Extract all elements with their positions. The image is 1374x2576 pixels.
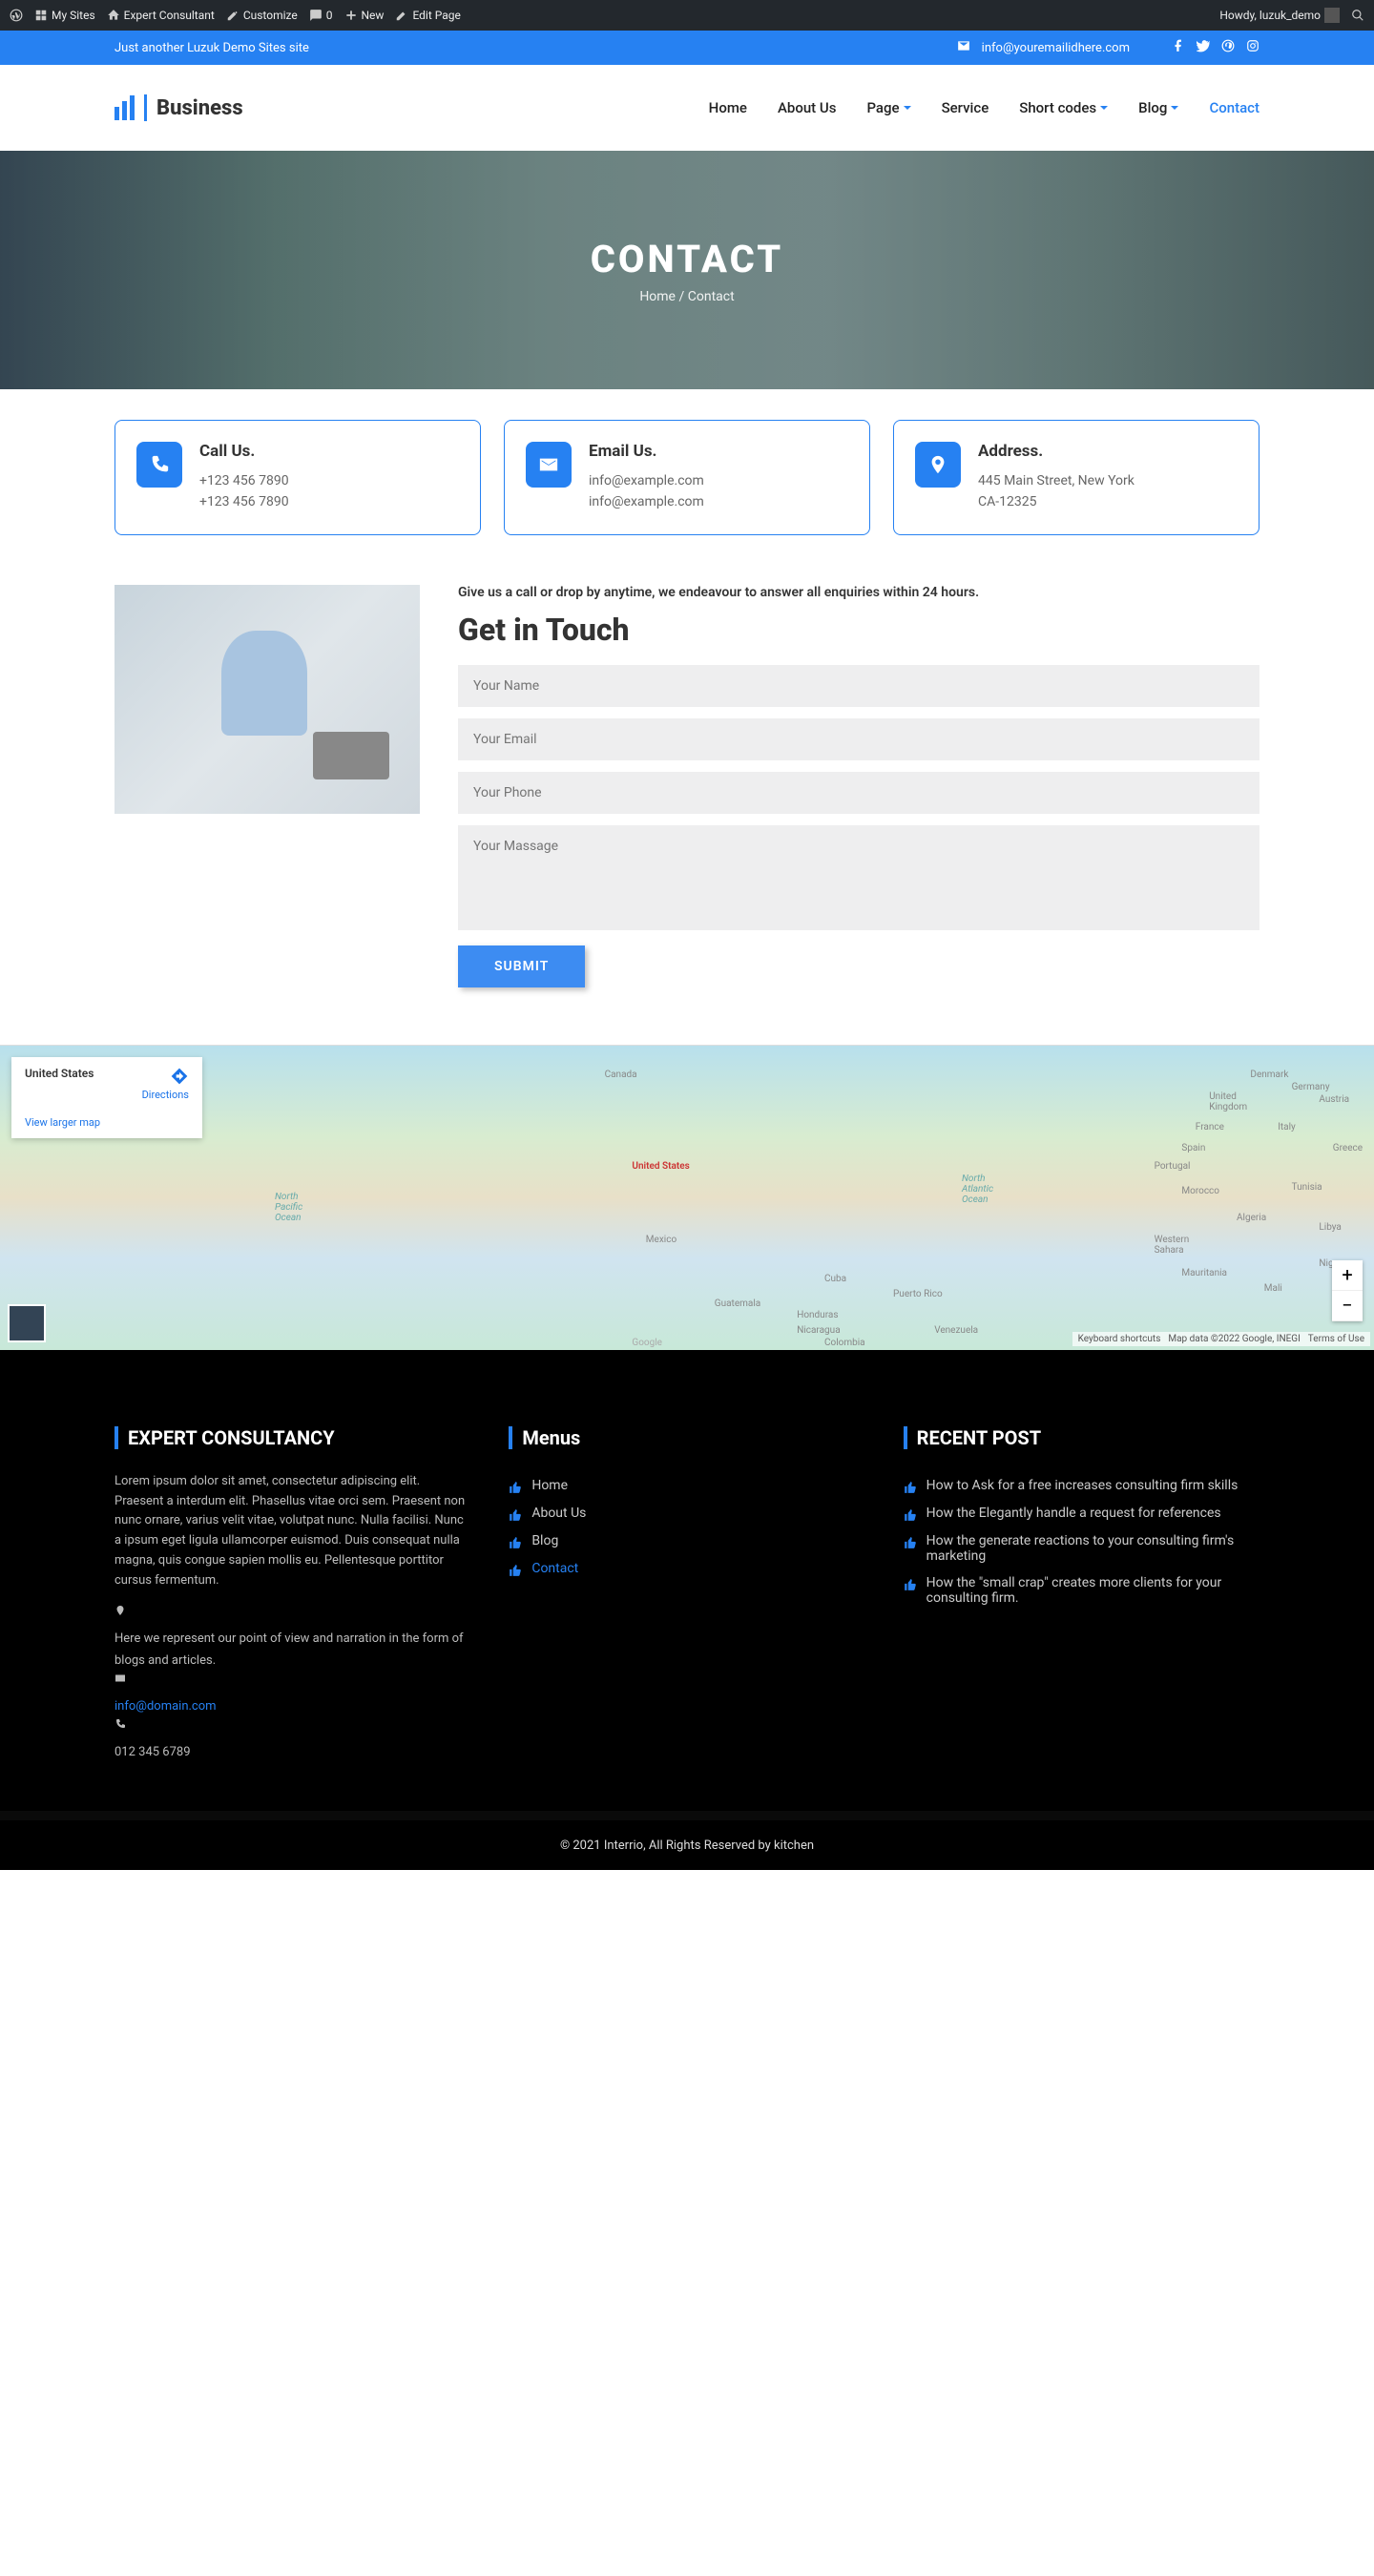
thumbs-up-icon bbox=[509, 1564, 522, 1577]
submit-button[interactable]: SUBMIT bbox=[458, 945, 585, 987]
contact-cards: Call Us. +123 456 7890+123 456 7890 Emai… bbox=[0, 389, 1374, 566]
footer-heading: Menus bbox=[509, 1426, 864, 1449]
zoom-out-button[interactable]: − bbox=[1332, 1291, 1363, 1321]
edit-page-link[interactable]: Edit Page bbox=[395, 9, 460, 22]
breadcrumb-home[interactable]: Home bbox=[639, 289, 676, 304]
nav-about[interactable]: About Us bbox=[778, 99, 837, 116]
card-title: Address. bbox=[978, 442, 1135, 461]
card-call: Call Us. +123 456 7890+123 456 7890 bbox=[114, 420, 481, 535]
site-logo[interactable]: Business bbox=[114, 94, 243, 121]
thumbs-up-icon bbox=[904, 1481, 917, 1494]
comments-link[interactable]: 0 bbox=[309, 9, 333, 22]
nav-service[interactable]: Service bbox=[942, 99, 989, 116]
footer-menu-item[interactable]: About Us bbox=[509, 1500, 864, 1527]
phone-icon bbox=[136, 442, 182, 488]
customize-link[interactable]: Customize bbox=[226, 9, 298, 22]
card-title: Call Us. bbox=[199, 442, 289, 461]
footer-phone: 012 345 6789 bbox=[114, 1745, 191, 1759]
thumbs-up-icon bbox=[904, 1508, 917, 1522]
phone-icon bbox=[114, 1718, 126, 1730]
search-icon[interactable] bbox=[1351, 9, 1364, 22]
footer-address: Here we represent our point of view and … bbox=[114, 1631, 464, 1668]
email-input[interactable] bbox=[458, 718, 1260, 760]
thumbs-up-icon bbox=[509, 1536, 522, 1549]
breadcrumb: Home / Contact bbox=[639, 289, 734, 304]
breadcrumb-current: Contact bbox=[688, 289, 735, 304]
google-map[interactable]: United States Directions View larger map… bbox=[0, 1045, 1374, 1350]
page-title: CONTACT bbox=[591, 237, 784, 281]
howdy-link[interactable]: Howdy, luzuk_demo bbox=[1219, 8, 1340, 23]
footer-heading: EXPERT CONSULTANCY bbox=[114, 1426, 470, 1449]
form-intro: Give us a call or drop by anytime, we en… bbox=[458, 585, 1260, 600]
my-sites-link[interactable]: My Sites bbox=[34, 9, 95, 22]
envelope-icon bbox=[526, 442, 572, 488]
card-email: Email Us. info@example.cominfo@example.c… bbox=[504, 420, 870, 535]
wp-admin-bar: My Sites Expert Consultant Customize 0 N… bbox=[0, 0, 1374, 31]
main-nav: Home About Us Page Service Short codes B… bbox=[709, 99, 1260, 116]
form-title: Get in Touch bbox=[458, 612, 1260, 648]
contact-image bbox=[114, 585, 420, 814]
logo-separator bbox=[144, 94, 147, 121]
thumbs-up-icon bbox=[904, 1578, 917, 1591]
nav-blog[interactable]: Blog bbox=[1138, 99, 1178, 116]
footer-email-link[interactable]: info@domain.com bbox=[114, 1699, 217, 1714]
envelope-icon bbox=[957, 39, 970, 56]
message-input[interactable] bbox=[458, 825, 1260, 930]
footer-menu-item[interactable]: Contact bbox=[509, 1555, 864, 1583]
top-email[interactable]: info@youremailidhere.com bbox=[982, 41, 1130, 55]
nav-home[interactable]: Home bbox=[709, 99, 747, 116]
twitter-icon[interactable] bbox=[1197, 39, 1210, 56]
footer-post-item[interactable]: How the generate reactions to your consu… bbox=[904, 1527, 1260, 1569]
thumbs-up-icon bbox=[509, 1508, 522, 1522]
card-address: Address. 445 Main Street, New YorkCA-123… bbox=[893, 420, 1260, 535]
contact-section: Give us a call or drop by anytime, we en… bbox=[0, 566, 1374, 1045]
nav-shortcodes[interactable]: Short codes bbox=[1019, 99, 1108, 116]
envelope-icon bbox=[114, 1672, 126, 1684]
new-link[interactable]: New bbox=[344, 9, 385, 22]
chevron-down-icon bbox=[1171, 106, 1178, 110]
site-name-link[interactable]: Expert Consultant bbox=[107, 9, 215, 22]
footer-text: Lorem ipsum dolor sit amet, consectetur … bbox=[114, 1472, 470, 1591]
top-bar: Just another Luzuk Demo Sites site info@… bbox=[0, 31, 1374, 65]
footer-menu-item[interactable]: Home bbox=[509, 1472, 864, 1500]
main-header: Business Home About Us Page Service Shor… bbox=[0, 65, 1374, 151]
footer-col-recent: RECENT POST How to Ask for a free increa… bbox=[904, 1426, 1260, 1764]
footer-post-item[interactable]: How the Elegantly handle a request for r… bbox=[904, 1500, 1260, 1527]
map-pin-icon bbox=[114, 1605, 126, 1616]
map-satellite-toggle[interactable] bbox=[8, 1304, 46, 1342]
thumbs-up-icon bbox=[904, 1536, 917, 1549]
copyright-bar: © 2021 Interrio, All Rights Reserved by … bbox=[0, 1820, 1374, 1870]
zoom-in-button[interactable]: + bbox=[1332, 1260, 1363, 1291]
name-input[interactable] bbox=[458, 665, 1260, 707]
footer-post-item[interactable]: How the "small crap" creates more client… bbox=[904, 1569, 1260, 1611]
hero-banner: CONTACT Home / Contact bbox=[0, 151, 1374, 389]
instagram-icon[interactable] bbox=[1246, 39, 1260, 56]
contact-form: Give us a call or drop by anytime, we en… bbox=[458, 585, 1260, 987]
chevron-down-icon bbox=[904, 106, 911, 110]
site-footer: EXPERT CONSULTANCY Lorem ipsum dolor sit… bbox=[0, 1350, 1374, 1812]
nav-contact[interactable]: Contact bbox=[1209, 99, 1260, 116]
facebook-icon[interactable] bbox=[1172, 39, 1185, 56]
footer-menu-item[interactable]: Blog bbox=[509, 1527, 864, 1555]
phone-input[interactable] bbox=[458, 772, 1260, 814]
card-title: Email Us. bbox=[589, 442, 704, 461]
footer-col-about: EXPERT CONSULTANCY Lorem ipsum dolor sit… bbox=[114, 1426, 470, 1764]
logo-bars-icon bbox=[114, 95, 135, 120]
map-pin-icon bbox=[915, 442, 961, 488]
map-attribution: Keyboard shortcuts Map data ©2022 Google… bbox=[1072, 1332, 1370, 1346]
thumbs-up-icon bbox=[509, 1481, 522, 1494]
wp-logo-icon[interactable] bbox=[10, 9, 23, 22]
map-zoom-controls: + − bbox=[1332, 1260, 1363, 1321]
tagline: Just another Luzuk Demo Sites site bbox=[114, 41, 309, 55]
footer-col-menus: Menus Home About Us Blog Contact bbox=[509, 1426, 864, 1764]
nav-page[interactable]: Page bbox=[866, 99, 910, 116]
footer-heading: RECENT POST bbox=[904, 1426, 1260, 1449]
chevron-down-icon bbox=[1100, 106, 1108, 110]
pinterest-icon[interactable] bbox=[1221, 39, 1235, 56]
avatar-icon bbox=[1324, 8, 1340, 23]
footer-post-item[interactable]: How to Ask for a free increases consulti… bbox=[904, 1472, 1260, 1500]
logo-text: Business bbox=[156, 96, 243, 120]
